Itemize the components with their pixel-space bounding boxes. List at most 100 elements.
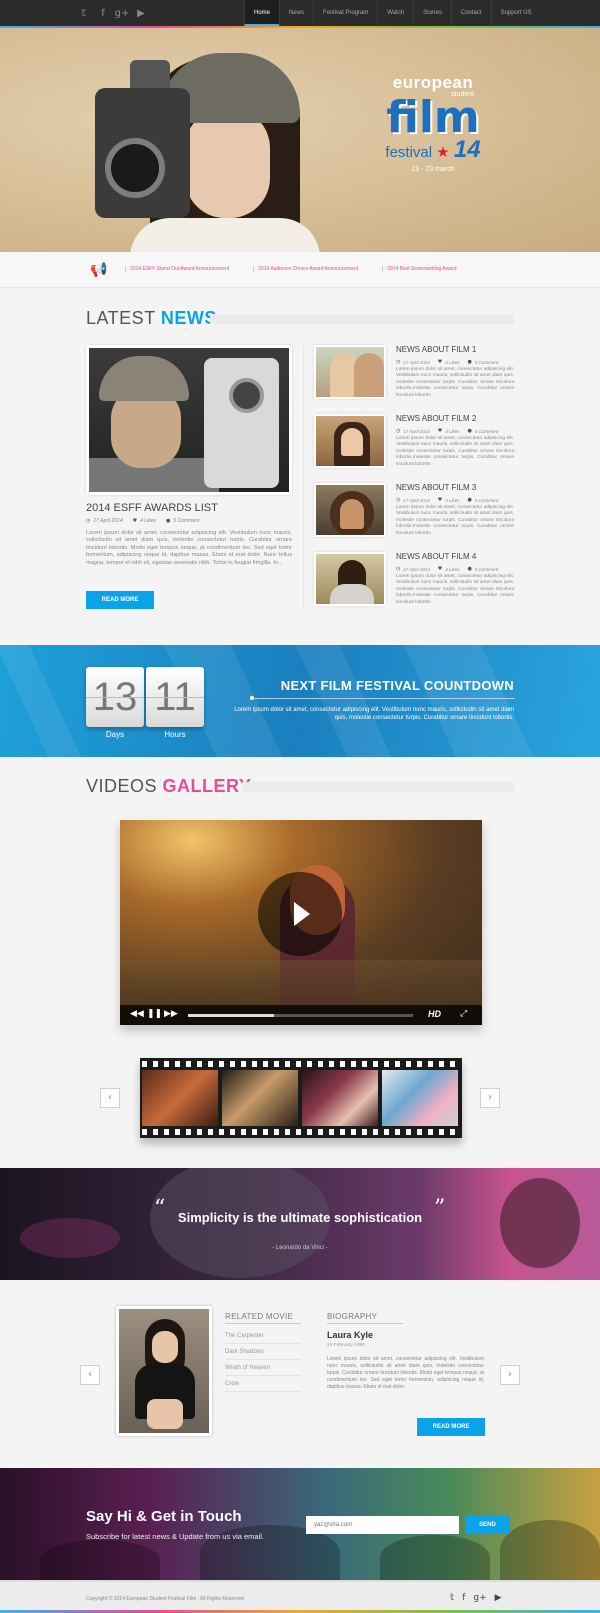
meta-date-text: 17 April 2014 (403, 359, 430, 365)
festival-logo: european student film festival ★ 14 19 -… (378, 73, 488, 173)
facebook-icon[interactable]: f (462, 1593, 465, 1603)
send-button[interactable]: SEND (465, 1516, 510, 1534)
column-rule (225, 1323, 301, 1324)
video-progress-bar[interactable] (188, 1014, 413, 1017)
logo-european: european (392, 73, 474, 92)
google-plus-icon[interactable]: g+ (115, 7, 130, 19)
google-plus-icon[interactable]: g+ (473, 1593, 486, 1603)
crowd-silhouette (40, 1540, 160, 1580)
related-movie-item[interactable]: Dark Shadows (225, 1344, 301, 1360)
side-news-excerpt: Lorem ipsum dolor sit amet, consectetur … (396, 574, 514, 605)
side-news-title[interactable]: NEWS ABOUT FILM 1 (396, 345, 476, 354)
latest-news-heading-b: NEWS (160, 308, 217, 328)
photo-part (99, 356, 189, 401)
nav-watch[interactable]: Watch (377, 0, 413, 26)
comment-icon: ● (467, 359, 472, 365)
related-movie-list: The Carpenter Dark Shadows Wrath of Heav… (225, 1328, 301, 1392)
nav-stories[interactable]: Stories (413, 0, 451, 26)
news-divider (303, 345, 304, 610)
related-movie-item[interactable]: Wrath of Heaven (225, 1360, 301, 1376)
news-thumbnail[interactable] (314, 414, 386, 468)
rewind-icon[interactable]: ◀◀ (130, 1009, 144, 1019)
fullscreen-icon[interactable]: ⤢ (460, 1009, 467, 1019)
logo-festival-row: festival ★ 14 (378, 136, 488, 164)
youtube-icon[interactable]: ▶ (495, 1593, 502, 1603)
photo-part (152, 1331, 178, 1363)
meta-comments: ● 5 Comment (467, 359, 498, 365)
meta-likes: ♥ 4 Likes (438, 497, 460, 503)
clock-icon: ◷ (396, 497, 401, 503)
twitter-icon[interactable]: 𝕥 (78, 7, 90, 19)
related-movie-item[interactable]: The Carpenter (225, 1328, 301, 1344)
side-news-item[interactable]: NEWS ABOUT FILM 1 ◷ 17 April 2014 ♥ 4 Like… (314, 345, 514, 405)
logo-dates: 19 - 23 march (411, 166, 455, 173)
side-news-meta: ◷ 17 April 2014 ♥ 4 Likes ● 5 Comment (396, 566, 498, 572)
meta-comments-text: 5 Comment (474, 359, 499, 365)
play-button[interactable] (258, 872, 342, 956)
bio-read-more-button[interactable]: READ MORE (417, 1418, 485, 1436)
twitter-icon[interactable]: 𝕥 (450, 1593, 454, 1603)
nav-home[interactable]: Home (244, 0, 280, 26)
email-input[interactable] (306, 1516, 459, 1534)
related-movie-item[interactable]: Crow (225, 1376, 301, 1392)
read-more-button[interactable]: READ MORE (86, 591, 154, 609)
meta-likes-text: 4 Likes (445, 359, 460, 365)
side-news-item[interactable]: NEWS ABOUT FILM 3 ◷ 17 April 2014 ♥ 4 Like… (314, 483, 514, 543)
comment-icon: ● (165, 518, 171, 524)
top-navigation-bar: 𝕥 f g+ ▶ Home News Festival Program Watc… (0, 0, 600, 28)
meta-likes: ♥ 4 Likes (438, 566, 460, 572)
main-news-image[interactable] (86, 345, 292, 495)
contact-subtitle: Subscribe for latest news & Update from … (86, 1532, 264, 1541)
meta-comments-text: 5 Comment (173, 518, 200, 524)
chevron-right-icon[interactable]: › (480, 1088, 500, 1108)
side-news-title[interactable]: NEWS ABOUT FILM 3 (396, 483, 476, 492)
filmstrip-thumbnail[interactable] (222, 1070, 298, 1126)
filmstrip-thumbnail[interactable] (142, 1070, 218, 1126)
main-news-meta: ◷ 17 April 2014 ♥ 4 Likes ● 5 Comment (86, 518, 199, 524)
latest-news-heading: LATEST NEWS (86, 308, 217, 329)
chevron-left-icon[interactable]: ‹ (80, 1365, 100, 1385)
star-icon: ★ (436, 144, 450, 161)
meta-comments: ● 5 Comment (467, 428, 498, 434)
nav-news[interactable]: News (279, 0, 313, 26)
facebook-icon[interactable]: f (97, 7, 109, 19)
ticker-item[interactable]: 2014 Best Screenwriting Award (382, 266, 480, 272)
copyright-text: Copyright © 2014 European Student Festiv… (86, 1596, 244, 1602)
meta-date-text: 17 April 2014 (93, 518, 123, 524)
side-news-title[interactable]: NEWS ABOUT FILM 2 (396, 414, 476, 423)
fast-forward-icon[interactable]: ▶▶ (164, 1009, 178, 1019)
news-thumbnail[interactable] (314, 345, 386, 399)
ticker-item[interactable]: 2014 Audience Choice Award Announcement (253, 266, 382, 272)
thumb-figure (330, 584, 374, 604)
ticker-items: 2014 ESFF Stand Out Award Announcement 2… (125, 266, 505, 272)
video-filmstrip (140, 1058, 462, 1138)
side-news-item[interactable]: NEWS ABOUT FILM 4 ◷ 17 April 2014 ♥ 4 Like… (314, 552, 514, 612)
hero-banner: european student film festival ★ 14 19 -… (0, 28, 600, 252)
filmstrip-thumbnail[interactable] (302, 1070, 378, 1126)
page: 𝕥 f g+ ▶ Home News Festival Program Watc… (0, 0, 600, 1613)
side-news-title[interactable]: NEWS ABOUT FILM 4 (396, 552, 476, 561)
side-news-excerpt: Lorem ipsum dolor sit amet, consectetur … (396, 367, 514, 398)
nav-support-us[interactable]: Support US (490, 0, 541, 26)
chevron-right-icon[interactable]: › (500, 1365, 520, 1385)
filmstrip-thumbnail[interactable] (382, 1070, 458, 1126)
pause-icon[interactable]: ❚❚ (147, 1009, 162, 1019)
bg-stripe (396, 645, 554, 757)
main-news-title[interactable]: 2014 ESFF AWARDS LIST (86, 502, 218, 514)
meta-date: ◷ 17 April 2014 (86, 518, 123, 524)
meta-comments: ● 5 Comment (467, 566, 498, 572)
side-news-item[interactable]: NEWS ABOUT FILM 2 ◷ 17 April 2014 ♥ 4 Like… (314, 414, 514, 474)
meta-likes-text: 4 Likes (445, 497, 460, 503)
news-thumbnail[interactable] (314, 552, 386, 606)
nav-festival-program[interactable]: Festival Program (313, 0, 377, 26)
heart-icon: ♥ (132, 518, 138, 524)
quote-text: Simplicity is the ultimate sophisticatio… (177, 1210, 423, 1225)
heart-icon: ♥ (437, 428, 443, 434)
chevron-left-icon[interactable]: ‹ (100, 1088, 120, 1108)
news-thumbnail[interactable] (314, 483, 386, 537)
ticker-item[interactable]: 2014 ESFF Stand Out Award Announcement (125, 266, 253, 272)
video-player[interactable]: ◀◀ ❚❚ ▶▶ HD ⤢ (120, 820, 482, 1025)
hd-toggle[interactable]: HD (428, 1009, 441, 1019)
nav-contact[interactable]: Contact (450, 0, 491, 26)
youtube-icon[interactable]: ▶ (135, 7, 147, 19)
